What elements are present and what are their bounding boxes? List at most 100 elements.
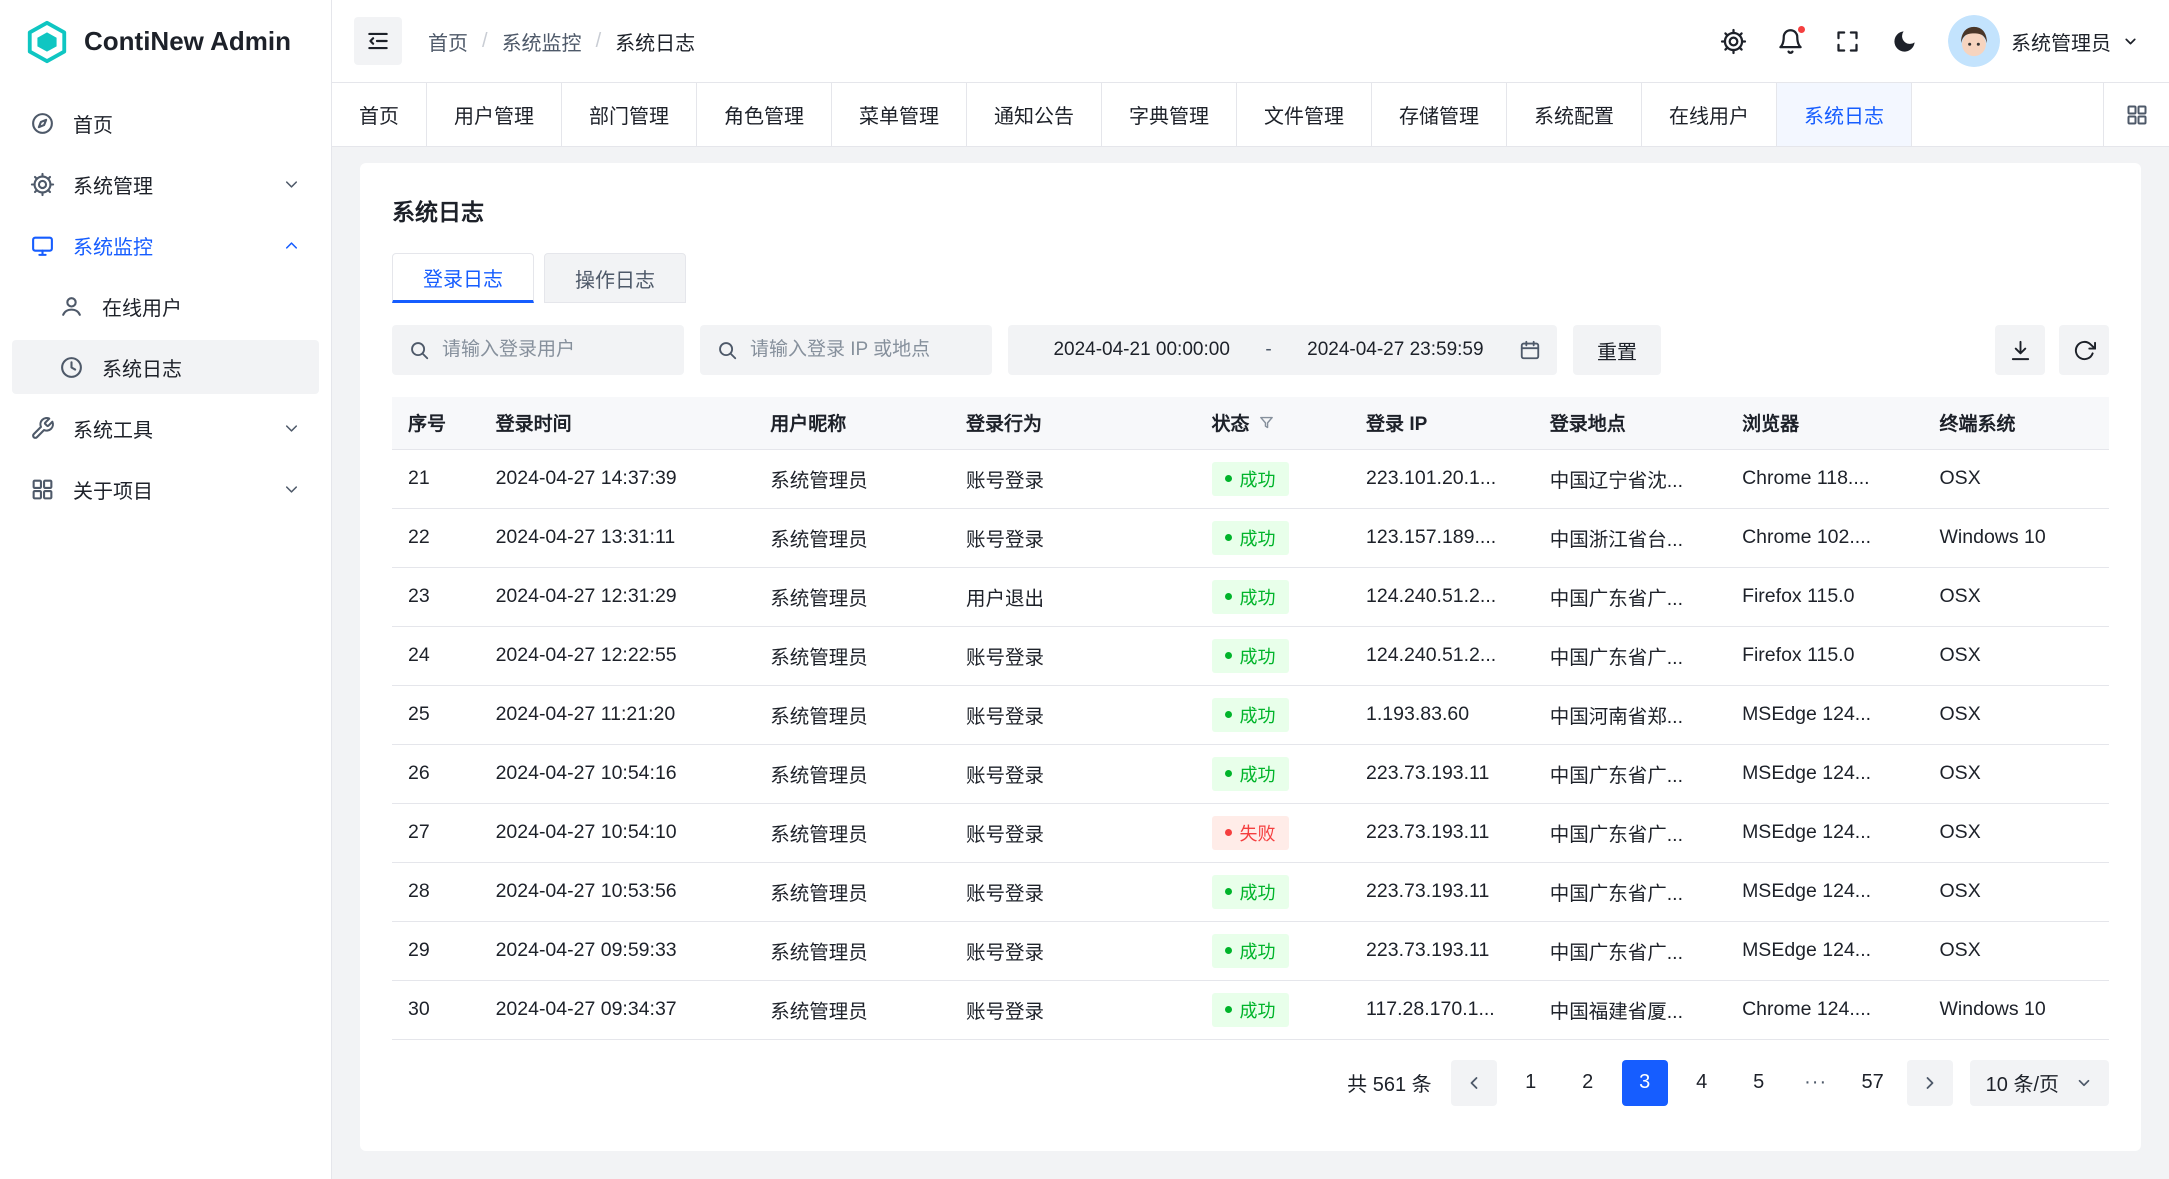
table-toolbar — [1995, 325, 2109, 375]
notification-dot — [1796, 24, 1807, 35]
workspace-tab[interactable]: 文件管理 — [1237, 83, 1372, 146]
date-start-value: 2024-04-21 00:00:00 — [1024, 339, 1259, 361]
page-size-select[interactable]: 10 条/页 — [1970, 1060, 2109, 1106]
login-user-input[interactable] — [440, 338, 668, 362]
pagination: 共 561 条 1 2 3 4 5 ··· 57 — [392, 1060, 2109, 1106]
cell-login-time: 2024-04-27 12:22:55 — [480, 626, 755, 685]
workspace-tab[interactable]: 系统日志 — [1777, 83, 1912, 146]
cell-ip: 124.240.51.2... — [1350, 626, 1534, 685]
cell-login-time: 2024-04-27 13:31:11 — [480, 508, 755, 567]
table-row: 23 2024-04-27 12:31:29 系统管理员 用户退出 成功 124… — [392, 567, 2109, 626]
workspace-tab[interactable]: 部门管理 — [562, 83, 697, 146]
reset-button[interactable]: 重置 — [1573, 325, 1661, 375]
page-number: 3 — [1639, 1071, 1650, 1094]
pagination-page-button[interactable]: 3 — [1622, 1060, 1668, 1106]
workspace-tab[interactable]: 字典管理 — [1102, 83, 1237, 146]
page-number: 1 — [1525, 1071, 1536, 1094]
cell-os: Windows 10 — [1924, 980, 2109, 1039]
cell-status: 成功 — [1196, 921, 1351, 980]
col-header-nickname: 用户昵称 — [754, 397, 950, 449]
bell-icon[interactable] — [1777, 28, 1804, 55]
pagination-page-button[interactable]: 57 — [1850, 1060, 1896, 1106]
status-dot — [1225, 829, 1232, 836]
status-text: 成功 — [1240, 879, 1276, 905]
tab-login-log[interactable]: 登录日志 — [392, 253, 534, 303]
cell-status: 失败 — [1196, 803, 1351, 862]
settings-icon[interactable] — [1720, 28, 1747, 55]
pagination-page-button[interactable]: 4 — [1679, 1060, 1725, 1106]
cell-ip: 223.73.193.11 — [1350, 744, 1534, 803]
refresh-button[interactable] — [2059, 325, 2109, 375]
status-badge: 成功 — [1212, 462, 1289, 496]
sidebar-item-about-project[interactable]: 关于项目 — [12, 462, 319, 516]
pagination-page-button[interactable]: ··· — [1793, 1060, 1839, 1106]
workspace-tab[interactable]: 菜单管理 — [832, 83, 967, 146]
workspace-tab[interactable]: 存储管理 — [1372, 83, 1507, 146]
login-user-search[interactable] — [392, 325, 684, 375]
breadcrumb-separator: / — [482, 30, 488, 53]
sidebar-item-system-monitor[interactable]: 系统监控 — [12, 218, 319, 272]
tab-actions-button[interactable] — [2103, 83, 2169, 146]
workspace-tab-label: 在线用户 — [1669, 100, 1749, 129]
cell-status: 成功 — [1196, 508, 1351, 567]
breadcrumb: 首页 / 系统监控 / 系统日志 — [428, 27, 695, 56]
table-body: 21 2024-04-27 14:37:39 系统管理员 账号登录 成功 223… — [392, 449, 2109, 1039]
page-number: ··· — [1804, 1071, 1827, 1094]
cell-browser: MSEdge 124... — [1726, 862, 1923, 921]
grid-icon — [30, 477, 55, 502]
workspace-tab-label: 系统日志 — [1804, 100, 1884, 129]
workspace-tab[interactable]: 角色管理 — [697, 83, 832, 146]
login-ip-search[interactable] — [700, 325, 992, 375]
cell-browser: MSEdge 124... — [1726, 744, 1923, 803]
gear-icon — [30, 172, 55, 197]
workspace-tab[interactable]: 首页 — [332, 83, 427, 146]
sidebar-item-system-tools[interactable]: 系统工具 — [12, 401, 319, 455]
workspace-tab[interactable]: 系统配置 — [1507, 83, 1642, 146]
breadcrumb-item-home[interactable]: 首页 — [428, 27, 468, 56]
pagination-next-button[interactable] — [1907, 1060, 1953, 1106]
chevron-right-icon — [1920, 1073, 1940, 1093]
pagination-page-button[interactable]: 2 — [1565, 1060, 1611, 1106]
pagination-prev-button[interactable] — [1451, 1060, 1497, 1106]
date-range-picker[interactable]: 2024-04-21 00:00:00 - 2024-04-27 23:59:5… — [1008, 325, 1557, 375]
sidebar-item-system-log[interactable]: 系统日志 — [12, 340, 319, 394]
wrench-icon — [30, 416, 55, 441]
cell-location: 中国广东省广... — [1534, 862, 1726, 921]
workspace-tab-label: 角色管理 — [724, 100, 804, 129]
pagination-page-button[interactable]: 5 — [1736, 1060, 1782, 1106]
sidebar-item-online-users[interactable]: 在线用户 — [12, 279, 319, 333]
workspace-tab[interactable]: 在线用户 — [1642, 83, 1777, 146]
table-row: 24 2024-04-27 12:22:55 系统管理员 账号登录 成功 124… — [392, 626, 2109, 685]
download-button[interactable] — [1995, 325, 2045, 375]
sidebar-item-label: 系统日志 — [102, 353, 182, 382]
pagination-page-button[interactable]: 1 — [1508, 1060, 1554, 1106]
col-header-ip: 登录 IP — [1350, 397, 1534, 449]
app-logo[interactable]: ContiNew Admin — [0, 0, 331, 83]
status-text: 成功 — [1240, 702, 1276, 728]
login-ip-input[interactable] — [748, 338, 976, 362]
tab-operation-log[interactable]: 操作日志 — [544, 253, 686, 303]
status-badge: 成功 — [1212, 757, 1289, 791]
workspace-tabs: 首页 用户管理 部门管理 角色管理 菜单管理 通知公告 字典管理 文件管理 存储… — [332, 83, 2103, 146]
sidebar-collapse-button[interactable] — [354, 17, 402, 65]
sidebar-item-home[interactable]: 首页 — [12, 96, 319, 150]
cell-location: 中国辽宁省沈... — [1534, 449, 1726, 508]
cell-no: 23 — [392, 567, 480, 626]
workspace-tab[interactable]: 通知公告 — [967, 83, 1102, 146]
sidebar-item-label: 系统管理 — [73, 170, 153, 199]
sidebar-item-label: 首页 — [73, 109, 113, 138]
date-range-separator: - — [1259, 339, 1277, 361]
breadcrumb-item-monitor[interactable]: 系统监控 — [502, 27, 582, 56]
workspace-tab[interactable]: 用户管理 — [427, 83, 562, 146]
refresh-icon — [2073, 339, 2096, 362]
status-text: 成功 — [1240, 584, 1276, 610]
moon-icon[interactable] — [1891, 28, 1918, 55]
sidebar-item-system-management[interactable]: 系统管理 — [12, 157, 319, 211]
col-header-behavior: 登录行为 — [950, 397, 1196, 449]
filter-icon[interactable] — [1258, 414, 1275, 431]
system-log-card: 系统日志 登录日志 操作日志 — [360, 163, 2141, 1151]
chevron-down-icon — [2122, 33, 2139, 50]
table-row: 22 2024-04-27 13:31:11 系统管理员 账号登录 成功 123… — [392, 508, 2109, 567]
fullscreen-icon[interactable] — [1834, 28, 1861, 55]
user-menu[interactable]: 系统管理员 — [1948, 15, 2139, 67]
